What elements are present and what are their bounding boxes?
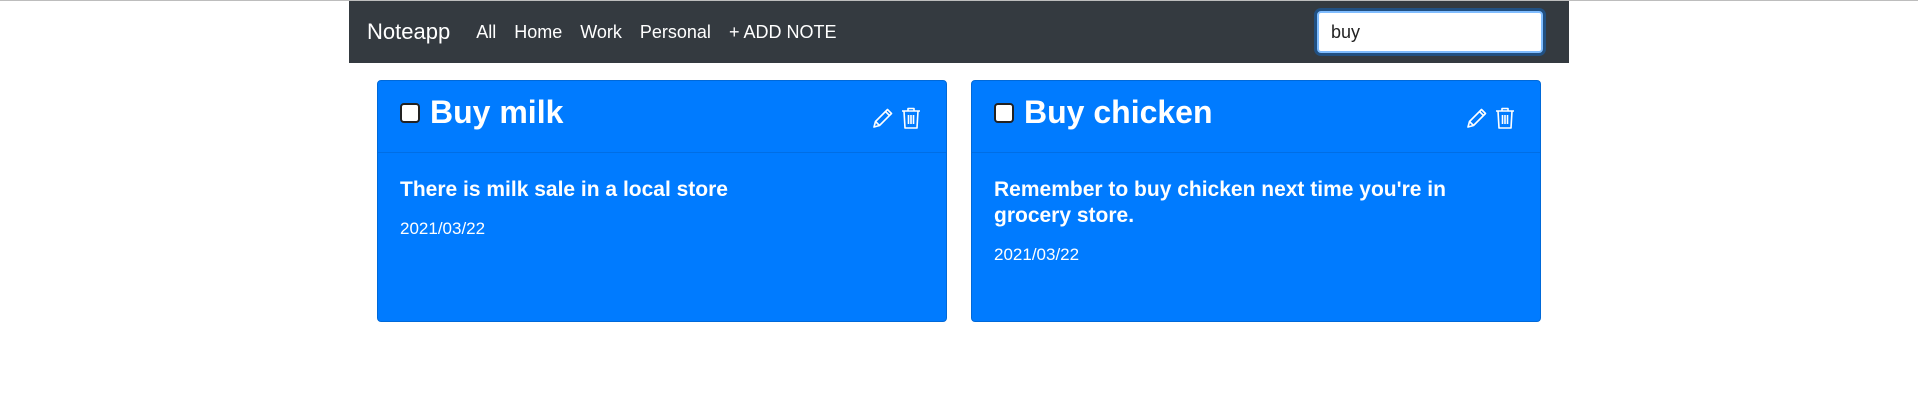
- note-text: Remember to buy chicken next time you're…: [994, 178, 1446, 227]
- note-body: Remember to buy chicken next time you're…: [972, 153, 1540, 321]
- note-date: 2021/03/22: [400, 219, 486, 238]
- nav-link-home[interactable]: Home: [514, 22, 562, 43]
- note-text: There is milk sale in a local store: [400, 178, 728, 201]
- nav-link-work[interactable]: Work: [580, 22, 622, 43]
- note-title: Buy chicken: [1024, 94, 1213, 130]
- notes-list: Buy milk There is milk sale in a local s…: [349, 63, 1569, 322]
- pencil-icon[interactable]: [870, 105, 896, 131]
- trash-icon[interactable]: [1492, 105, 1518, 131]
- trash-icon[interactable]: [898, 105, 924, 131]
- brand-logo[interactable]: Noteapp: [367, 19, 450, 45]
- add-note-link[interactable]: + ADD NOTE: [729, 22, 837, 43]
- note-actions: [1464, 105, 1518, 131]
- note-checkbox[interactable]: [994, 102, 1014, 123]
- nav-link-all[interactable]: All: [476, 22, 496, 43]
- note-card: Buy milk There is milk sale in a local s…: [377, 80, 947, 322]
- note-checkbox[interactable]: [400, 102, 420, 123]
- note-header: Buy milk: [378, 81, 946, 153]
- note-date: 2021/03/22: [994, 245, 1080, 264]
- note-body: There is milk sale in a local store 2021…: [378, 153, 946, 295]
- pencil-icon[interactable]: [1464, 105, 1490, 131]
- note-header: Buy chicken: [972, 81, 1540, 153]
- note-actions: [870, 105, 924, 131]
- note-card: Buy chicken Remember to buy chicken next…: [971, 80, 1541, 322]
- nav-link-personal[interactable]: Personal: [640, 22, 711, 43]
- navbar: Noteapp All Home Work Personal + ADD NOT…: [349, 1, 1569, 63]
- note-app: Noteapp All Home Work Personal + ADD NOT…: [349, 1, 1569, 322]
- search-input[interactable]: [1317, 11, 1543, 53]
- note-title: Buy milk: [430, 94, 564, 130]
